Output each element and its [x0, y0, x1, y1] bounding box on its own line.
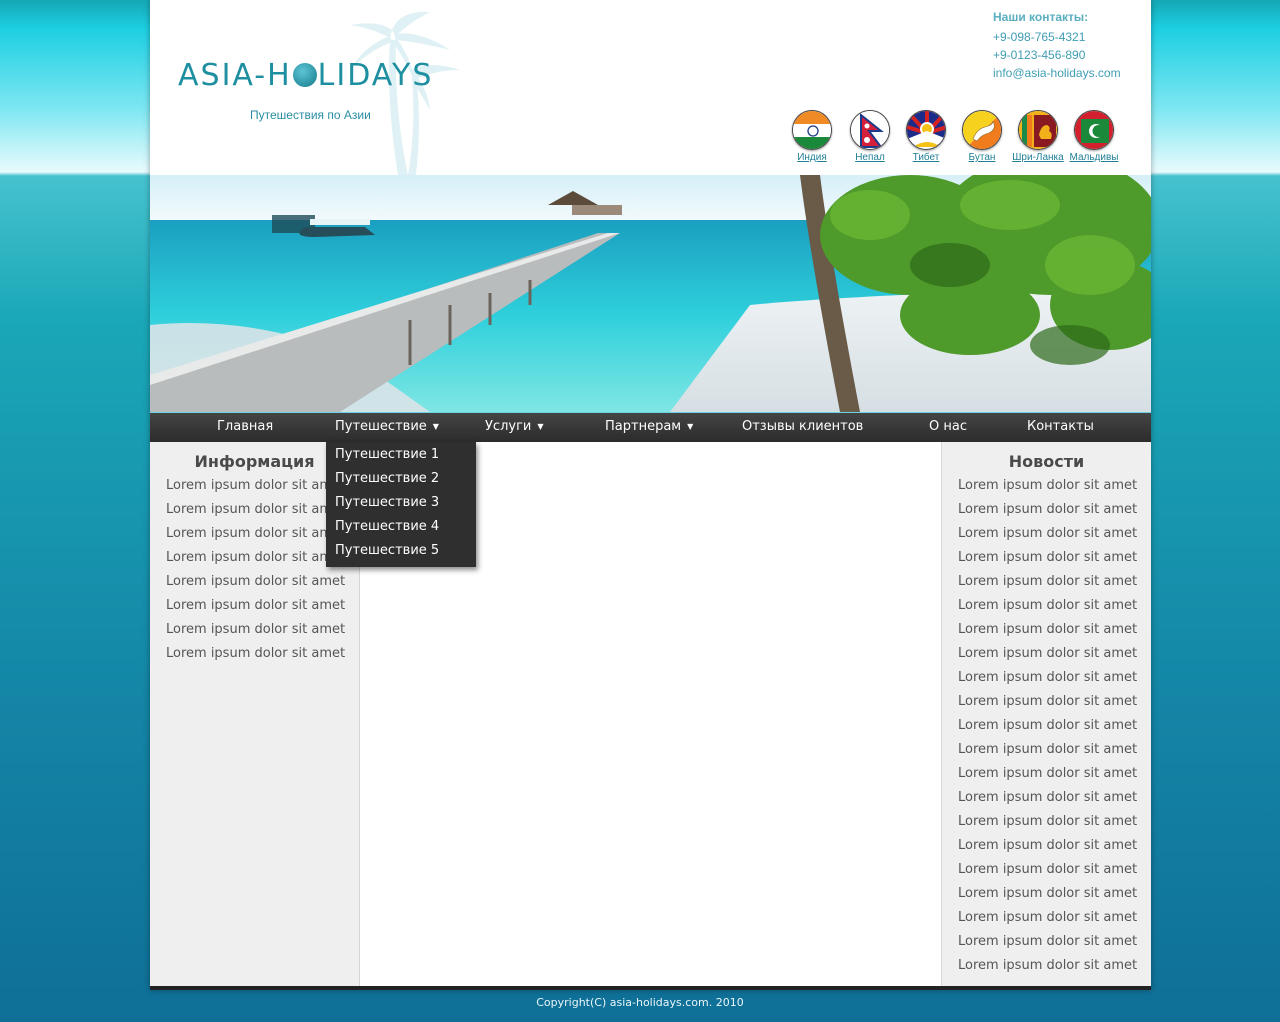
info-item[interactable]: Lorem ipsum dolor sit amet	[150, 571, 359, 595]
dropdown-item-travel-5[interactable]: Путешествие 5	[326, 540, 476, 564]
email-link[interactable]: info@asia-holidays.com	[993, 64, 1121, 82]
nav-travel[interactable]: Путешествие ▼	[335, 413, 439, 442]
news-sidebar: Новости Lorem ipsum dolor sit amet Lorem…	[941, 442, 1151, 988]
flag-link-sri-lanka[interactable]: Шри-Ланка	[1008, 110, 1068, 163]
dropdown-arrow-icon: ▼	[687, 422, 694, 431]
page-container: ASIA-H LIDAYS Путешествия по Азии Наши ко…	[150, 0, 1151, 990]
news-item[interactable]: Lorem ipsum dolor sit amet	[942, 787, 1151, 811]
news-item[interactable]: Lorem ipsum dolor sit amet	[942, 547, 1151, 571]
flag-label-bhutan: Бутан	[968, 152, 996, 163]
flag-label-india: Индия	[797, 152, 827, 163]
news-item[interactable]: Lorem ipsum dolor sit amet	[942, 931, 1151, 955]
news-item[interactable]: Lorem ipsum dolor sit amet	[942, 595, 1151, 619]
news-item[interactable]: Lorem ipsum dolor sit amet	[942, 739, 1151, 763]
flag-label-maldives: Мальдивы	[1069, 152, 1119, 163]
globe-icon	[292, 63, 317, 87]
news-item[interactable]: Lorem ipsum dolor sit amet	[942, 715, 1151, 739]
news-item[interactable]: Lorem ipsum dolor sit amet	[942, 907, 1151, 931]
tibet-flag-icon	[906, 110, 946, 150]
beach-banner-image	[150, 175, 1151, 412]
nav-home[interactable]: Главная	[217, 413, 273, 442]
news-item[interactable]: Lorem ipsum dolor sit amet	[942, 811, 1151, 835]
info-item[interactable]: Lorem ipsum dolor sit amet	[150, 643, 359, 667]
flag-link-tibet[interactable]: Тибет	[896, 110, 956, 163]
dropdown-item-travel-1[interactable]: Путешествие 1	[326, 444, 476, 468]
flag-link-bhutan[interactable]: Бутан	[952, 110, 1012, 163]
news-item[interactable]: Lorem ipsum dolor sit amet	[942, 883, 1151, 907]
dropdown-arrow-icon: ▼	[537, 422, 544, 431]
page-bottom-bar	[150, 986, 1151, 990]
news-item[interactable]: Lorem ipsum dolor sit amet	[942, 643, 1151, 667]
nav-contacts[interactable]: Контакты	[1027, 413, 1094, 442]
footer-copyright: Copyright(C) asia-holidays.com. 2010	[536, 996, 744, 1009]
news-item[interactable]: Lorem ipsum dolor sit amet	[942, 691, 1151, 715]
flag-link-nepal[interactable]: Непал	[840, 110, 900, 163]
nav-services[interactable]: Услуги ▼	[485, 413, 544, 442]
main-navigation: Главная Путешествие ▼ Услуги ▼ Партнерам ▼ …	[150, 412, 1151, 442]
dropdown-item-travel-3[interactable]: Путешествие 3	[326, 492, 476, 516]
sri-lanka-flag-icon	[1018, 110, 1058, 150]
nav-about[interactable]: О нас	[929, 413, 967, 442]
info-item[interactable]: Lorem ipsum dolor sit amet	[150, 619, 359, 643]
nav-reviews[interactable]: Отзывы клиентов	[742, 413, 863, 442]
site-tagline: Путешествия по Азии	[250, 108, 371, 122]
flag-label-sri-lanka: Шри-Ланка	[1012, 152, 1064, 163]
news-title: Новости	[1008, 452, 1085, 471]
news-item[interactable]: Lorem ipsum dolor sit amet	[942, 955, 1151, 979]
news-item[interactable]: Lorem ipsum dolor sit amet	[942, 835, 1151, 859]
flag-link-india[interactable]: Индия	[782, 110, 842, 163]
maldives-flag-icon	[1074, 110, 1114, 150]
bhutan-flag-icon	[962, 110, 1002, 150]
flag-link-maldives[interactable]: Мальдивы	[1064, 110, 1124, 163]
dropdown-item-travel-4[interactable]: Путешествие 4	[326, 516, 476, 540]
phone-2: +9-0123-456-890	[993, 48, 1086, 62]
news-item[interactable]: Lorem ipsum dolor sit amet	[942, 859, 1151, 883]
news-item[interactable]: Lorem ipsum dolor sit amet	[942, 499, 1151, 523]
phone-1: +9-098-765-4321	[993, 30, 1086, 44]
travel-dropdown-menu: Путешествие 1 Путешествие 2 Путешествие …	[326, 442, 476, 567]
nav-partners[interactable]: Партнерам ▼	[605, 413, 693, 442]
dropdown-arrow-icon: ▼	[432, 422, 439, 431]
india-flag-icon	[792, 110, 832, 150]
contacts-block: Наши контакты: +9-098-765-4321 +9-0123-4…	[993, 8, 1121, 82]
news-item[interactable]: Lorem ipsum dolor sit amet	[942, 667, 1151, 691]
flag-label-tibet: Тибет	[912, 152, 940, 163]
header: ASIA-H LIDAYS Путешествия по Азии Наши ко…	[150, 0, 1151, 175]
nav-partners-label: Партнерам	[605, 419, 682, 434]
logo-text-part-1: ASIA-H	[178, 58, 292, 93]
news-item[interactable]: Lorem ipsum dolor sit amet	[942, 571, 1151, 595]
nav-services-label: Услуги	[485, 419, 532, 434]
site-logo[interactable]: ASIA-H LIDAYS	[178, 58, 433, 93]
contacts-title: Наши контакты:	[993, 10, 1089, 24]
nepal-flag-icon	[850, 110, 890, 150]
news-item[interactable]: Lorem ipsum dolor sit amet	[942, 763, 1151, 787]
info-item[interactable]: Lorem ipsum dolor sit amet	[150, 595, 359, 619]
news-item[interactable]: Lorem ipsum dolor sit amet	[942, 523, 1151, 547]
flag-label-nepal: Непал	[855, 152, 885, 163]
news-item[interactable]: Lorem ipsum dolor sit amet	[942, 619, 1151, 643]
nav-travel-label: Путешествие	[335, 419, 427, 434]
news-item[interactable]: Lorem ipsum dolor sit amet	[942, 475, 1151, 499]
dropdown-item-travel-2[interactable]: Путешествие 2	[326, 468, 476, 492]
logo-text-part-2: LIDAYS	[317, 58, 434, 93]
